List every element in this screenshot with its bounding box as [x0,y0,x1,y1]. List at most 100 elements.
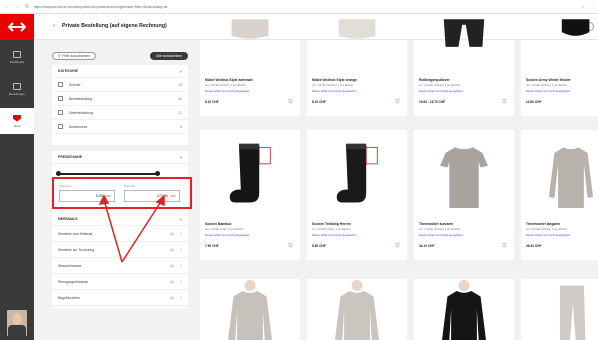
reset-all-button[interactable]: Alle zurücksetzen [150,52,188,60]
checkbox[interactable] [58,82,63,87]
product-name: Socken Bambus [205,222,232,226]
reset-filter-button[interactable]: ⚲ Filter zurücksetzen [52,52,97,60]
product-name: Socken Trekking Herren [312,222,351,226]
sidebar-item-orders[interactable]: Bestellungen [0,76,34,102]
checkbox[interactable] [58,96,63,101]
product-name: Thermoshirt kurzarm [419,222,453,226]
slider-min-handle[interactable] [56,171,61,176]
product-image-wrap[interactable] [307,279,407,340]
price-min-field: Preis von 0.00 CHF [59,184,115,204]
sidebar-item-label: Bestellungen [8,91,26,96]
product-image-wrap[interactable] [521,279,598,340]
category-option[interactable]: Beinbekleidung 46 [52,92,188,106]
product-image [548,147,594,209]
category-count: 18 [178,82,182,87]
product-image-wrap[interactable] [414,19,514,74]
price-max-input[interactable]: 177.00 CHF [124,190,180,202]
price-max-field: Preis bis 177.00 CHF [124,184,180,204]
product-meta: Art. | Größe: Einheit | 1 pro Einheit [419,84,460,87]
product-card[interactable]: Socken Bambus Art. | Größe: Paar | 1 pro … [200,130,300,260]
product-card[interactable]: Socken Army Winter Kinder Art. | Größe: E… [521,19,598,116]
category-option-left: Beinbekleidung [58,96,92,101]
category-option[interactable]: Oberbekleidung 12 [52,106,188,120]
product-availability-link[interactable]: Dieser Artikel wird nicht ausgeliefert [312,233,356,237]
product-image-wrap[interactable] [200,279,300,340]
product-card[interactable] [200,279,300,340]
product-card[interactable]: Thermoshirt kurzarm Art. | Größe: Einheit… [414,130,514,260]
product-name: Rollkragenpullover [419,78,450,82]
price-panel-header[interactable]: PREISSPANNE ˄ [52,151,188,164]
user-avatar[interactable] [7,310,27,336]
cart-icon[interactable]: 🛒 [502,242,508,248]
product-availability-link[interactable]: Dieser Artikel wird nicht ausgeliefert [312,89,356,93]
product-availability-link[interactable]: Dieser Artikel wird nicht ausgeliefert [205,89,249,93]
product-availability-link[interactable]: Dieser Artikel wird nicht ausgeliefert [205,233,249,237]
product-card[interactable]: Thermoshirt langarm Art. | Größe: Einheit… [521,130,598,260]
category-option[interactable]: Accessoires 8 [52,120,188,134]
attribute-right: (1) ˅ [170,280,182,284]
product-card[interactable]: Rollkragenpullover Art. | Größe: Einheit … [414,19,514,116]
product-availability-link[interactable]: Dieser Artikel wird nicht ausgeliefert [526,233,570,237]
product-card[interactable]: Socken Trekking Herren Art. | Größe: Paar… [307,130,407,260]
product-price: 8.10 CHF [205,100,219,104]
product-image-wrap[interactable] [414,279,514,340]
cart-icon[interactable]: 🛒 [288,98,294,104]
star-icon[interactable]: ☆ [581,4,585,9]
category-panel-header[interactable]: KATEGORIE ˄ [52,65,188,78]
attribute-right: (1) ˅ [170,248,182,252]
product-name: Mütze Wollmix Style orange [312,78,357,82]
address-bar[interactable]: https://easy-test.sbb-ch.com/easy-web/#/… [34,3,577,11]
product-availability-link[interactable]: Dieser Artikel wird nicht ausgeliefert [526,89,570,93]
attribute-right: (1) ˅ [170,232,182,236]
category-option-left: Oberbekleidung [58,110,93,115]
product-price: 34.10 CHF [419,244,435,248]
back-arrow-icon[interactable]: ← [4,4,10,10]
attribute-count: (1) [169,231,175,236]
product-card[interactable] [521,279,598,340]
product-image-wrap[interactable] [307,130,407,218]
product-card[interactable]: Mütze Wollmix Style orange Art. | Größe: … [307,19,407,116]
category-option[interactable]: Schuhe 18 [52,78,188,92]
product-image-wrap[interactable] [521,19,598,74]
cart-icon[interactable]: 🛒 [395,242,401,248]
cart-icon[interactable]: 🛒 [395,98,401,104]
product-image-wrap[interactable] [414,130,514,218]
menu-icon[interactable]: ⋮ [590,4,594,9]
sbb-logo[interactable] [0,14,34,40]
attributes-panel-header[interactable]: MERKMALE ˄ [52,213,188,226]
product-name: Mütze Wollmix Style anthrazit [205,78,253,82]
attribute-filter-row[interactable]: Waschhinweise (1) ˅ [52,258,188,274]
product-image-wrap[interactable] [521,130,598,218]
product-card[interactable] [307,279,407,340]
attribute-filter-row[interactable]: Bügelhinweise (1) ˅ [52,290,188,306]
category-label: Schuhe [69,82,81,87]
slider-max-handle[interactable] [155,171,160,176]
product-availability-link[interactable]: Dieser Artikel wird nicht ausgeliefert [419,233,463,237]
attribute-right: (1) ˅ [170,296,182,300]
checkbox[interactable] [58,110,63,115]
product-image [335,279,379,340]
product-card[interactable]: Mütze Wollmix Style anthrazit Art. | Größ… [200,19,300,116]
product-image-wrap[interactable] [307,19,407,74]
product-availability-link[interactable]: Dieser Artikel wird nicht ausgeliefert [419,89,463,93]
cart-icon[interactable]: 🛒 [288,242,294,248]
sidebar-item-shop[interactable]: Shop [0,108,34,134]
product-image-wrap[interactable] [200,130,300,218]
attribute-filter-row[interactable]: Hinweise zum Material (1) ˅ [52,226,188,242]
attribute-filter-row[interactable]: Hinweise zur Trocknung (1) ˅ [52,242,188,258]
product-meta: Art. | Größe: Einheit | 1 pro Einheit [419,228,460,231]
shop-icon [13,114,21,122]
sidebar-item-dashboard[interactable]: Dashboard [0,44,34,70]
attribute-filter-row[interactable]: Reinigungshinweise (1) ˅ [52,274,188,290]
product-card[interactable] [414,279,514,340]
product-image [440,147,488,209]
price-min-input[interactable]: 0.00 CHF [59,190,115,202]
filter-actions: ⚲ Filter zurücksetzen Alle zurücksetzen [52,49,188,63]
forward-arrow-icon[interactable]: → [14,4,20,10]
product-image-wrap[interactable] [200,19,300,74]
product-meta: Art. | Größe: Einheit | 1 pro Einheit [526,228,567,231]
reload-icon[interactable]: ↻ [24,4,30,10]
back-icon[interactable]: ‹ [53,23,55,29]
checkbox[interactable] [58,124,63,129]
cart-icon[interactable]: 🛒 [502,98,508,104]
